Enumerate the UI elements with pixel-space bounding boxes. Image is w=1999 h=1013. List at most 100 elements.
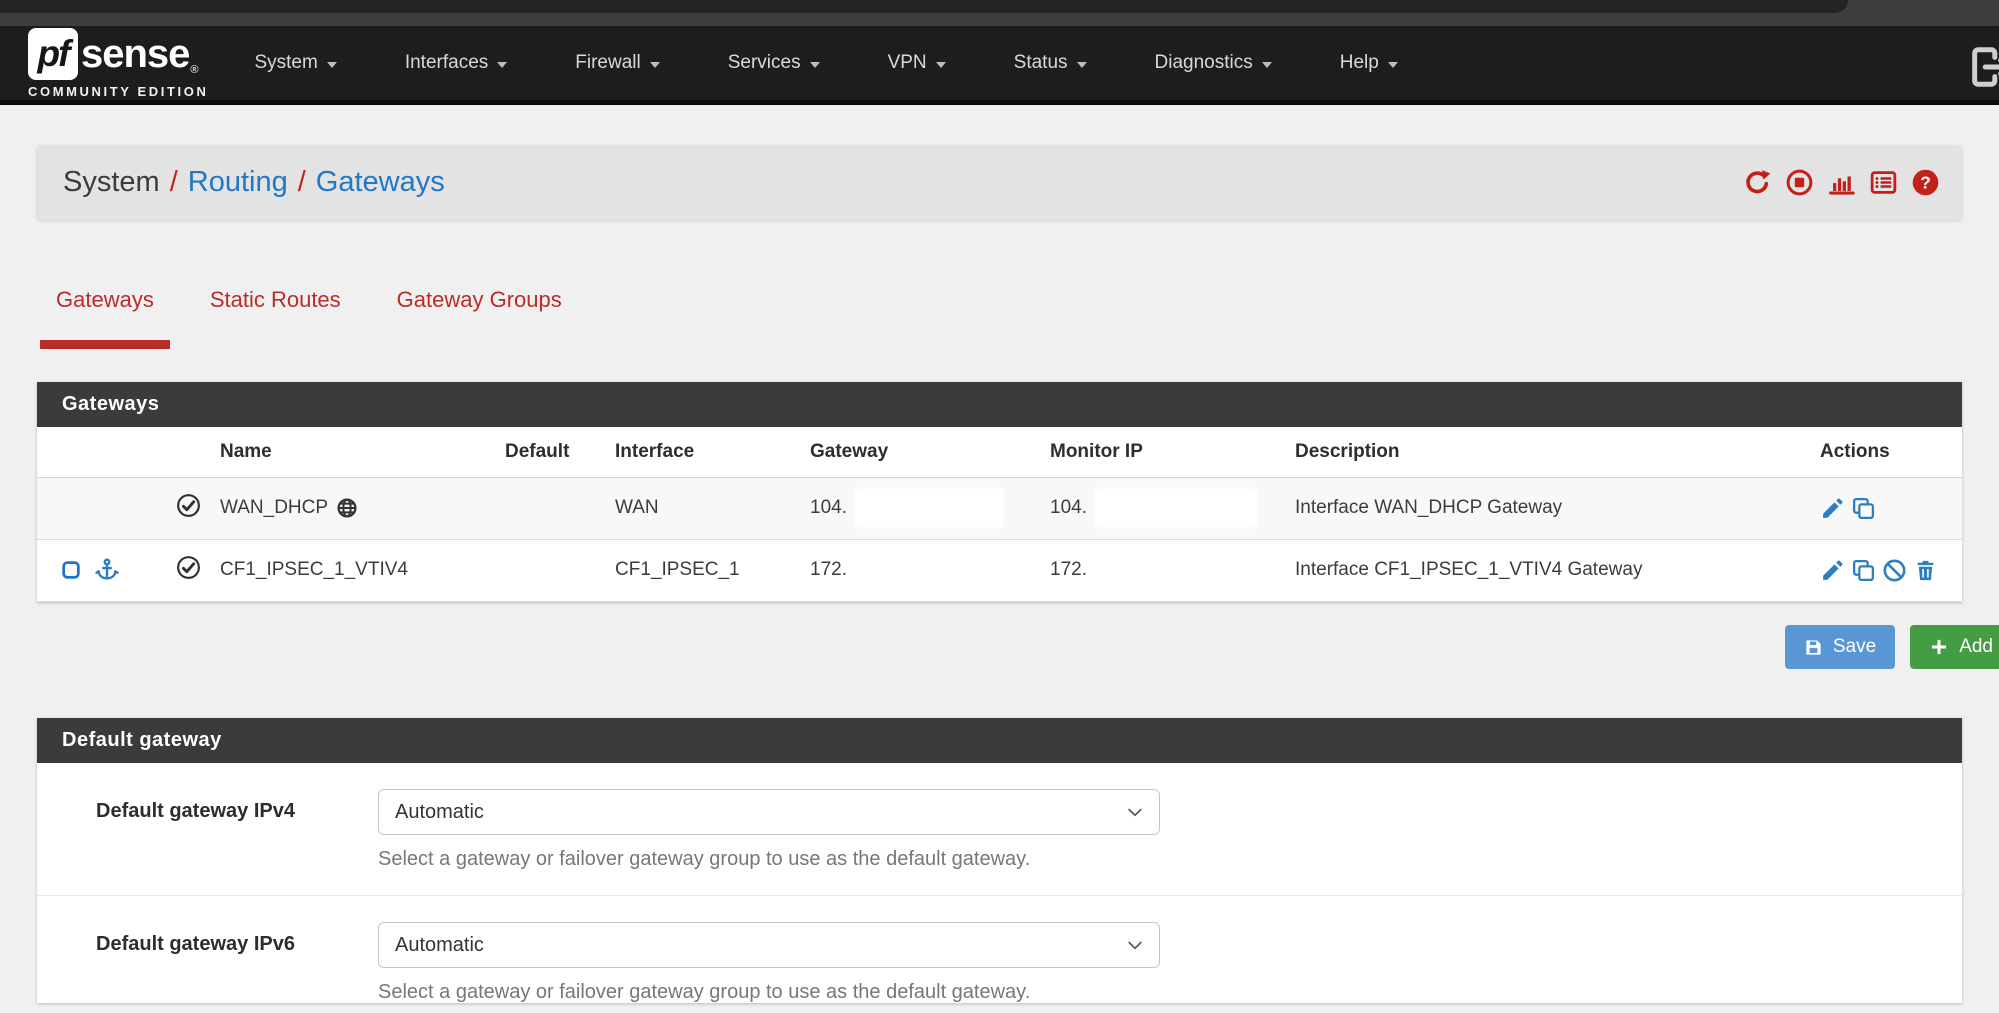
pfsense-logo-mark: pf xyxy=(28,28,78,80)
monitor-ip: 104. xyxy=(1050,497,1087,518)
gateways-panel-title: Gateways xyxy=(37,382,1962,427)
breadcrumb-link-gateways[interactable]: Gateways xyxy=(316,166,445,199)
help-icon[interactable]: ? xyxy=(1911,168,1940,197)
caret-down-icon xyxy=(497,62,507,68)
default-gateway-ipv6-help: Select a gateway or failover gateway gro… xyxy=(378,981,1160,1004)
default-gateway-panel: Default gateway Default gateway IPv4 Aut… xyxy=(37,718,1962,1003)
square-icon[interactable] xyxy=(60,559,82,581)
pfsense-logo[interactable]: pf sense ® COMMUNITY EDITION xyxy=(28,28,208,99)
caret-down-icon xyxy=(810,62,820,68)
form-row-ipv6: Default gateway IPv6 Automatic Select a … xyxy=(37,895,1962,1013)
default-gateway-ipv4-select[interactable]: Automatic xyxy=(378,789,1160,835)
menu-firewall-label: Firewall xyxy=(575,52,640,74)
breadcrumb-link-routing[interactable]: Routing xyxy=(188,166,288,199)
status-cell xyxy=(167,539,212,601)
reorder-cell xyxy=(37,477,167,539)
tab-gateways[interactable]: Gateways xyxy=(40,287,170,349)
tab-gateway-groups[interactable]: Gateway Groups xyxy=(381,287,578,349)
breadcrumb-separator: / xyxy=(298,166,306,199)
col-default: Default xyxy=(497,427,607,477)
check-circle-icon xyxy=(175,492,202,519)
status-cell xyxy=(167,477,212,539)
default-gateway-ipv6-value: Automatic xyxy=(395,934,484,957)
interface-cell: CF1_IPSEC_1 xyxy=(607,539,802,601)
redaction-box xyxy=(1095,489,1257,527)
menu-system[interactable]: System xyxy=(220,52,370,74)
default-cell xyxy=(497,477,607,539)
menu-interfaces-label: Interfaces xyxy=(405,52,488,74)
actions-cell xyxy=(1812,477,1962,539)
menu-system-label: System xyxy=(254,52,317,74)
col-interface: Interface xyxy=(607,427,802,477)
monitor-ip: 172. xyxy=(1050,559,1087,580)
svg-text:?: ? xyxy=(1920,172,1931,192)
form-row-ipv4: Default gateway IPv4 Automatic Select a … xyxy=(37,763,1962,895)
save-button[interactable]: Save xyxy=(1785,625,1895,669)
actions-cell xyxy=(1812,539,1962,601)
ban-icon[interactable] xyxy=(1882,558,1907,583)
menu-firewall[interactable]: Firewall xyxy=(541,52,693,74)
menu-vpn-label: VPN xyxy=(888,52,927,74)
check-circle-icon xyxy=(175,554,202,581)
globe-icon xyxy=(335,496,359,520)
anchor-icon[interactable] xyxy=(94,557,120,583)
redaction-box xyxy=(855,489,1003,527)
main-menu: System Interfaces Firewall Services VPN … xyxy=(220,52,1431,74)
caret-down-icon xyxy=(327,62,337,68)
stop-icon[interactable] xyxy=(1785,168,1814,197)
menu-services-label: Services xyxy=(728,52,801,74)
breadcrumb-section: System xyxy=(63,166,160,199)
caret-down-icon xyxy=(650,62,660,68)
menu-help-label: Help xyxy=(1340,52,1379,74)
col-actions: Actions xyxy=(1812,427,1962,477)
top-navbar: pf sense ® COMMUNITY EDITION System Inte… xyxy=(0,26,1999,105)
chart-bar-icon[interactable] xyxy=(1827,168,1856,197)
caret-down-icon xyxy=(936,62,946,68)
breadcrumb-action-icons: ? xyxy=(1743,168,1940,197)
gateway-name-cell: WAN_DHCP xyxy=(212,477,497,539)
menu-services[interactable]: Services xyxy=(694,52,854,74)
menu-vpn[interactable]: VPN xyxy=(854,52,980,74)
caret-down-icon xyxy=(1262,62,1272,68)
trash-icon[interactable] xyxy=(1913,558,1938,583)
redaction-box xyxy=(1095,551,1257,589)
default-gateway-ipv4-help: Select a gateway or failover gateway gro… xyxy=(378,848,1160,871)
default-gateway-panel-title: Default gateway xyxy=(37,718,1962,763)
edit-pencil-icon[interactable] xyxy=(1820,558,1845,583)
col-reorder xyxy=(37,427,167,477)
col-description: Description xyxy=(1287,427,1812,477)
gateways-table: Name Default Interface Gateway Monitor I… xyxy=(37,427,1962,602)
menu-status[interactable]: Status xyxy=(980,52,1121,74)
chevron-down-icon xyxy=(1125,802,1145,822)
gateway-ip-cell: 172. xyxy=(802,539,1042,601)
tab-static-routes[interactable]: Static Routes xyxy=(194,287,357,349)
list-icon[interactable] xyxy=(1869,168,1898,197)
table-actions-bar: Save Add xyxy=(37,625,1962,669)
menu-interfaces[interactable]: Interfaces xyxy=(371,52,541,74)
monitor-ip-cell: 104. xyxy=(1042,477,1287,539)
gateways-panel: Gateways Name Default Interface Gateway … xyxy=(37,382,1962,602)
menu-status-label: Status xyxy=(1014,52,1068,74)
copy-icon[interactable] xyxy=(1851,496,1876,521)
edit-pencil-icon[interactable] xyxy=(1820,496,1845,521)
menu-diagnostics[interactable]: Diagnostics xyxy=(1121,52,1306,74)
caret-down-icon xyxy=(1077,62,1087,68)
add-button[interactable]: Add xyxy=(1910,625,1999,669)
sign-out-icon[interactable] xyxy=(1967,44,1999,95)
copy-icon[interactable] xyxy=(1851,558,1876,583)
gateway-ip: 172. xyxy=(810,559,847,580)
caret-down-icon xyxy=(1388,62,1398,68)
routing-tabs: Gateways Static Routes Gateway Groups xyxy=(40,287,578,349)
floppy-icon xyxy=(1804,638,1823,657)
refresh-icon[interactable] xyxy=(1743,168,1772,197)
monitor-ip-cell: 172. xyxy=(1042,539,1287,601)
redaction-box xyxy=(855,551,1003,589)
reorder-cell xyxy=(37,539,167,601)
description-cell: Interface CF1_IPSEC_1_VTIV4 Gateway xyxy=(1287,539,1812,601)
table-header-row: Name Default Interface Gateway Monitor I… xyxy=(37,427,1962,477)
menu-help[interactable]: Help xyxy=(1306,52,1432,74)
default-cell xyxy=(497,539,607,601)
add-button-label: Add xyxy=(1959,636,1993,658)
default-gateway-ipv6-select[interactable]: Automatic xyxy=(378,922,1160,968)
gateway-ip: 104. xyxy=(810,497,847,518)
